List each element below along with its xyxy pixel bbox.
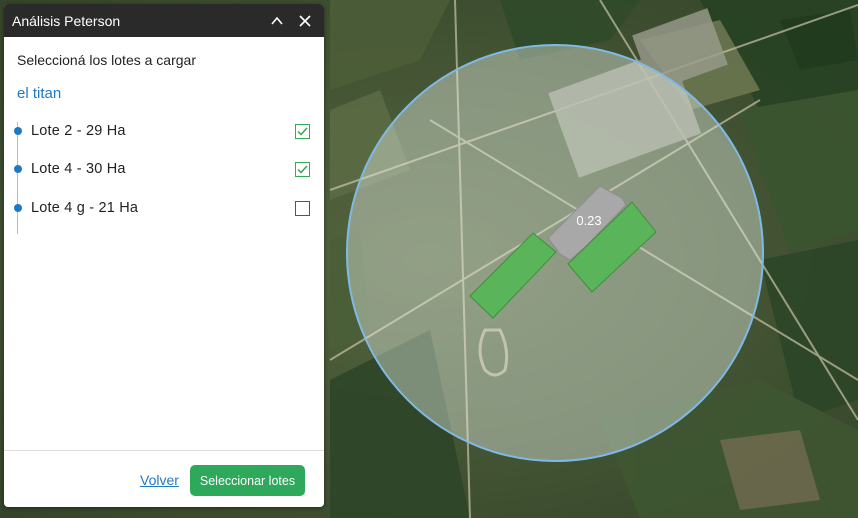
panel-title: Análisis Peterson bbox=[12, 12, 121, 29]
lot-checkbox[interactable] bbox=[295, 161, 310, 177]
farm-link[interactable]: el titan bbox=[17, 85, 61, 102]
panel-header: Análisis Peterson bbox=[4, 4, 324, 37]
close-button[interactable] bbox=[294, 10, 316, 32]
lot-checkbox[interactable] bbox=[295, 200, 310, 216]
lot-label: Lote 4 - 30 Ha bbox=[31, 161, 126, 177]
timeline-dot bbox=[14, 127, 22, 135]
panel-footer: Volver Seleccionar lotes bbox=[4, 450, 324, 507]
header-buttons bbox=[266, 10, 316, 32]
analysis-panel: Análisis Peterson Seleccioná los lotes a… bbox=[4, 4, 324, 507]
select-lots-button[interactable]: Seleccionar lotes bbox=[190, 465, 305, 496]
lot-checkbox[interactable] bbox=[295, 123, 310, 139]
check-icon bbox=[297, 164, 308, 174]
collapse-button[interactable] bbox=[266, 10, 288, 32]
chevron-up-icon bbox=[271, 16, 283, 25]
lot-value-label: 0.23 bbox=[576, 213, 601, 228]
list-item[interactable]: Lote 4 g - 21 Ha bbox=[4, 195, 324, 221]
close-icon bbox=[299, 14, 311, 27]
back-link[interactable]: Volver bbox=[140, 472, 179, 488]
list-item[interactable]: Lote 4 - 30 Ha bbox=[4, 156, 324, 182]
check-icon bbox=[297, 126, 308, 136]
lot-label: Lote 4 g - 21 Ha bbox=[31, 200, 139, 216]
instruction-text: Seleccioná los lotes a cargar bbox=[17, 52, 196, 68]
lot-label: Lote 2 - 29 Ha bbox=[31, 123, 126, 139]
timeline-dot bbox=[14, 165, 22, 173]
list-item[interactable]: Lote 2 - 29 Ha bbox=[4, 118, 324, 144]
timeline-dot bbox=[14, 204, 22, 212]
